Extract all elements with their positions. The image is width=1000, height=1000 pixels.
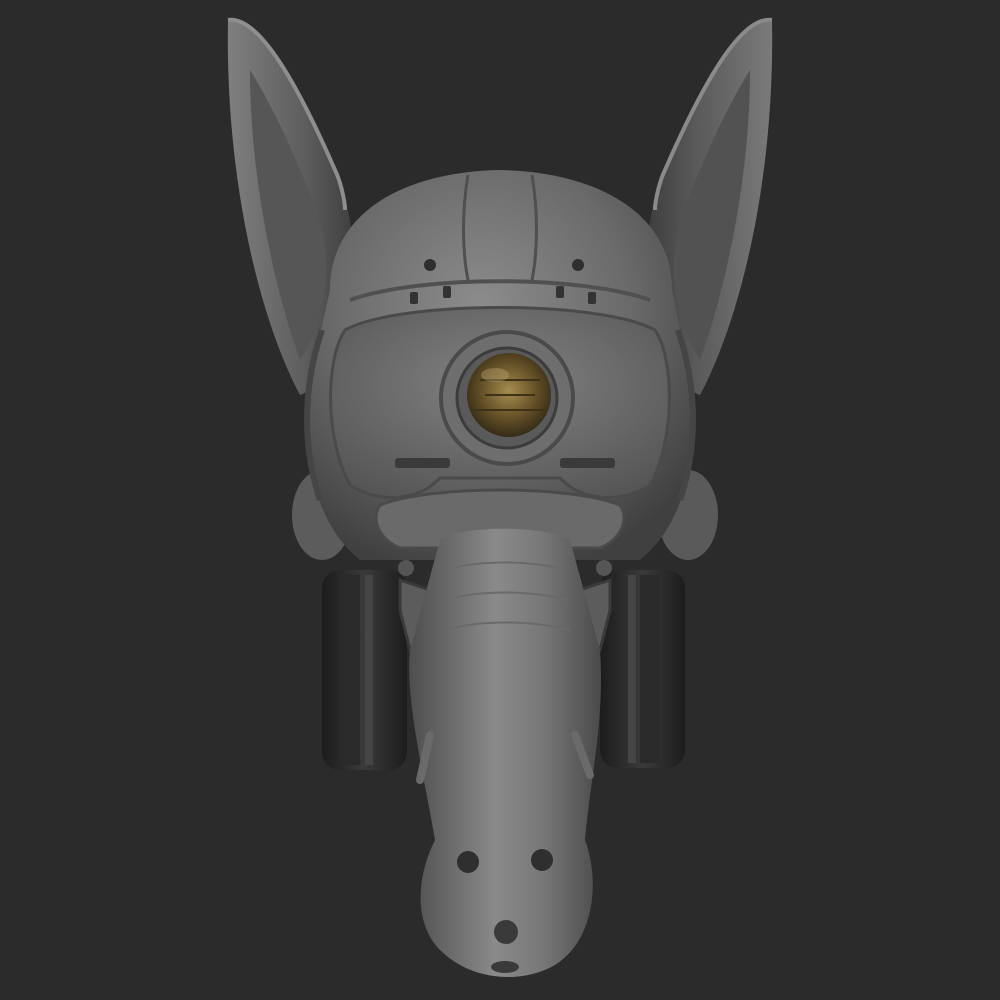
left-filter-canister	[322, 570, 407, 770]
rivet	[424, 259, 436, 271]
mask-render	[227, 17, 773, 977]
right-filter-canister	[600, 570, 685, 768]
render-viewport	[0, 0, 1000, 1000]
nostril-right	[531, 849, 553, 871]
snout-hose	[409, 528, 602, 977]
snout-valve	[494, 920, 518, 944]
nostril-left	[457, 851, 479, 873]
left-vent-slot	[395, 458, 450, 468]
right-vent-slot	[560, 458, 615, 468]
rivet	[572, 259, 584, 271]
